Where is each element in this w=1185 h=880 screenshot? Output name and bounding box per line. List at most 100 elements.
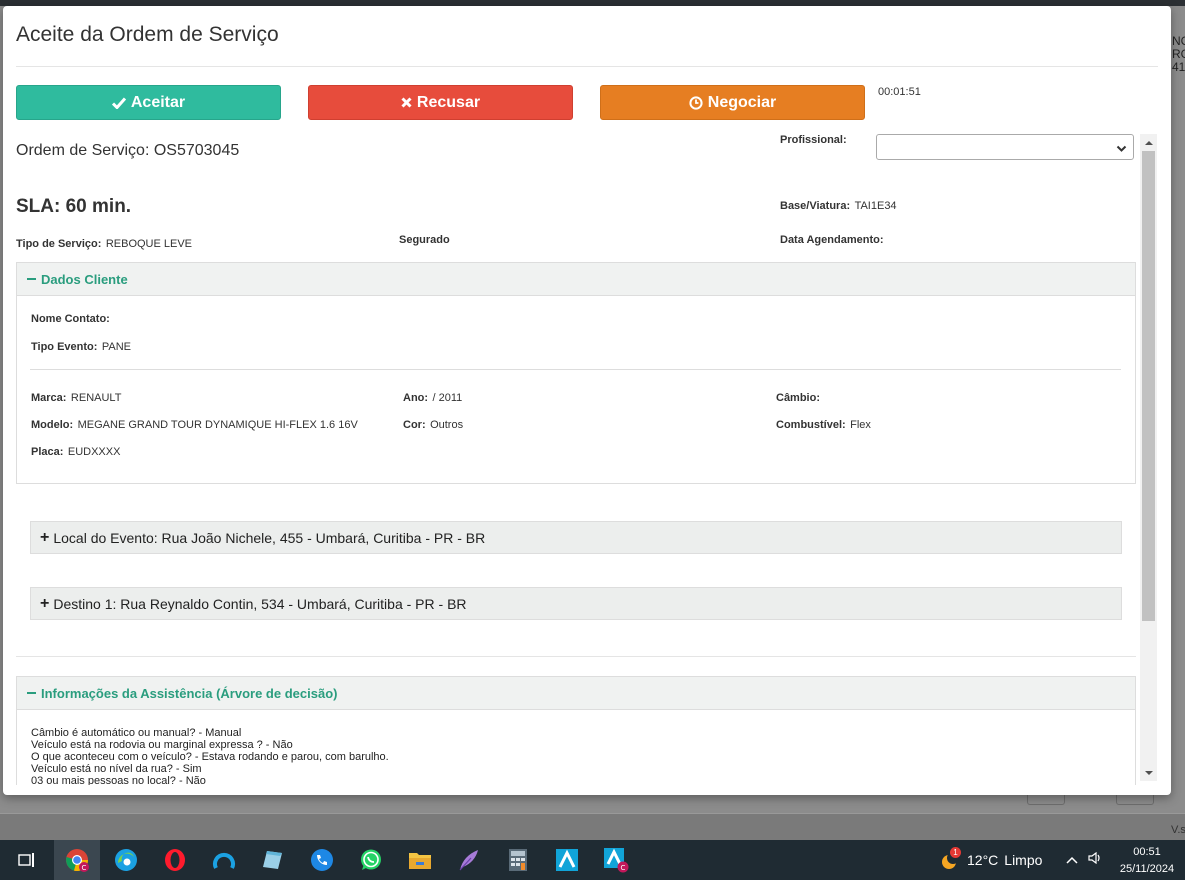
speaker-icon[interactable]: [1088, 851, 1102, 867]
plus-icon: +: [40, 528, 50, 546]
background-version: V.s: [1171, 824, 1185, 836]
assistance-line: 03 ou mais pessoas no local? - Não: [31, 775, 206, 785]
weather-badge: 1: [950, 847, 961, 858]
scroll-down-icon[interactable]: [1140, 764, 1157, 781]
client-panel-title: Dados Cliente: [41, 271, 128, 287]
model-value: MEGANE GRAND TOUR DYNAMIQUE HI-FLEX 1.6 …: [77, 419, 358, 431]
section-divider: [16, 656, 1136, 657]
vehicle-gearbox: Câmbio:: [776, 388, 820, 406]
event-location-toggle[interactable]: + Local do Evento: Rua João Nichele, 455…: [30, 521, 1122, 554]
taskbar-clock[interactable]: 00:51 25/11/2024: [1114, 844, 1180, 878]
windows-taskbar: C C 1 12°C Limpo 00:51 25/11/2024: [0, 840, 1185, 880]
vehicle-fuel: Combustível: Flex: [776, 415, 871, 433]
vertical-scrollbar[interactable]: [1140, 134, 1157, 781]
app-a3-icon[interactable]: C: [603, 847, 629, 873]
event-type-label: Tipo Evento:: [31, 341, 98, 353]
year-label: Ano:: [403, 392, 429, 404]
service-type-value: REBOQUE LEVE: [105, 238, 193, 250]
accept-label: Aceitar: [130, 93, 186, 111]
negotiate-button[interactable]: Negociar: [600, 85, 865, 120]
brand-label: Marca:: [31, 392, 67, 404]
client-divider: [30, 369, 1121, 370]
event-type: Tipo Evento: PANE: [31, 337, 131, 355]
service-type: Tipo de Serviço: REBOQUE LEVE: [16, 234, 192, 252]
contact-name: Nome Contato:: [31, 309, 110, 327]
refuse-label: Recusar: [416, 93, 481, 111]
clock-date: 25/11/2024: [1119, 863, 1175, 875]
weather-desc: Limpo: [1004, 852, 1043, 868]
chevron-down-icon: [1116, 141, 1127, 159]
order-number-label: Ordem de Serviço:: [16, 142, 150, 159]
vehicle-color: Cor: Outros: [403, 415, 463, 433]
assistance-line: O que aconteceu com o veículo? - Estava …: [31, 751, 389, 763]
plus-icon: +: [40, 594, 50, 612]
notes-icon[interactable]: [260, 847, 286, 873]
edge-icon[interactable]: [113, 847, 139, 873]
sla-text: SLA: 60 min.: [16, 196, 132, 217]
destination-toggle[interactable]: + Destino 1: Rua Reynaldo Contin, 534 - …: [30, 587, 1122, 620]
close-icon: [401, 97, 412, 108]
assistance-line: Veículo está no nível da rua? - Sim: [31, 763, 202, 775]
vehicle-plate: Placa: EUDXXXX: [31, 442, 120, 460]
assistance-answers: Câmbio é automático ou manual? - Manual …: [31, 727, 389, 785]
client-panel: Dados Cliente Nome Contato: Tipo Evento:…: [16, 262, 1136, 484]
plate-label: Placa:: [31, 446, 64, 458]
background-edge-text: NC RG 41: [1172, 35, 1185, 74]
fuel-label: Combustível:: [776, 419, 846, 431]
title-divider: [16, 66, 1158, 67]
assistance-line: Veículo está na rodovia ou marginal expr…: [31, 739, 293, 751]
clock-time: 00:51: [1133, 846, 1161, 858]
color-label: Cor:: [403, 419, 426, 431]
event-type-value: PANE: [101, 341, 132, 353]
opera-icon[interactable]: [162, 847, 188, 873]
professional-select[interactable]: [876, 134, 1134, 160]
gear-label: Câmbio:: [776, 392, 820, 404]
chrome-icon[interactable]: C: [64, 847, 90, 873]
folder-icon[interactable]: [407, 847, 433, 873]
background-footer: [0, 813, 1185, 840]
chevron-up-icon[interactable]: [1066, 852, 1082, 867]
weather-temp: 12°C: [967, 852, 999, 868]
negotiate-label: Negociar: [707, 93, 777, 111]
minus-icon: [27, 692, 36, 694]
professional-label: Profissional:: [780, 134, 847, 146]
base-value: TAI1E34: [854, 200, 897, 212]
task-view-icon[interactable]: [14, 847, 40, 873]
insured-label: Segurado: [399, 234, 450, 246]
vehicle-brand: Marca: RENAULT: [31, 388, 121, 406]
destination-text: Destino 1: Rua Reynaldo Contin, 534 - Um…: [53, 595, 467, 612]
feather-icon[interactable]: [456, 847, 482, 873]
weather-moon-icon: 1: [937, 847, 961, 871]
order-number-value: OS5703045: [153, 142, 240, 159]
assistance-panel: Informações da Assistência (Árvore de de…: [16, 676, 1136, 785]
assistance-line: Câmbio é automático ou manual? - Manual: [31, 727, 242, 739]
phone-icon[interactable]: [309, 847, 335, 873]
weather-widget[interactable]: 1 12°C Limpo: [937, 847, 1043, 871]
service-type-label: Tipo de Serviço:: [16, 238, 102, 250]
minus-icon: [27, 278, 36, 280]
countdown-timer: 00:01:51: [878, 86, 921, 98]
client-panel-header[interactable]: Dados Cliente: [17, 263, 1135, 296]
contact-label: Nome Contato:: [31, 313, 110, 325]
check-icon: [111, 97, 126, 109]
accept-button[interactable]: Aceitar: [16, 85, 281, 120]
base-label: Base/Viatura:: [780, 200, 851, 212]
system-tray: [1066, 851, 1102, 867]
refuse-button[interactable]: Recusar: [308, 85, 573, 120]
whatsapp-icon[interactable]: [358, 847, 384, 873]
assistance-panel-title: Informações da Assistência (Árvore de de…: [41, 685, 338, 701]
scroll-thumb[interactable]: [1142, 151, 1155, 621]
assistance-panel-header[interactable]: Informações da Assistência (Árvore de de…: [17, 677, 1135, 710]
calculator-icon[interactable]: [505, 847, 531, 873]
scroll-up-icon[interactable]: [1140, 134, 1157, 151]
plate-value: EUDXXXX: [67, 446, 121, 458]
modal-scroll-content: Ordem de Serviço: OS5703045 SLA: 60 min.…: [3, 134, 1140, 785]
vehicle-year: Ano: / 2011: [403, 388, 462, 406]
year-value: / 2011: [432, 392, 463, 404]
svg-text:C: C: [621, 864, 626, 872]
schedule-label: Data Agendamento:: [780, 234, 884, 246]
app-a2-icon[interactable]: [554, 847, 580, 873]
base-vehicle: Base/Viatura: TAI1E34: [780, 196, 897, 214]
app-a-icon[interactable]: [211, 847, 237, 873]
bg-text-line: 41: [1172, 60, 1185, 74]
